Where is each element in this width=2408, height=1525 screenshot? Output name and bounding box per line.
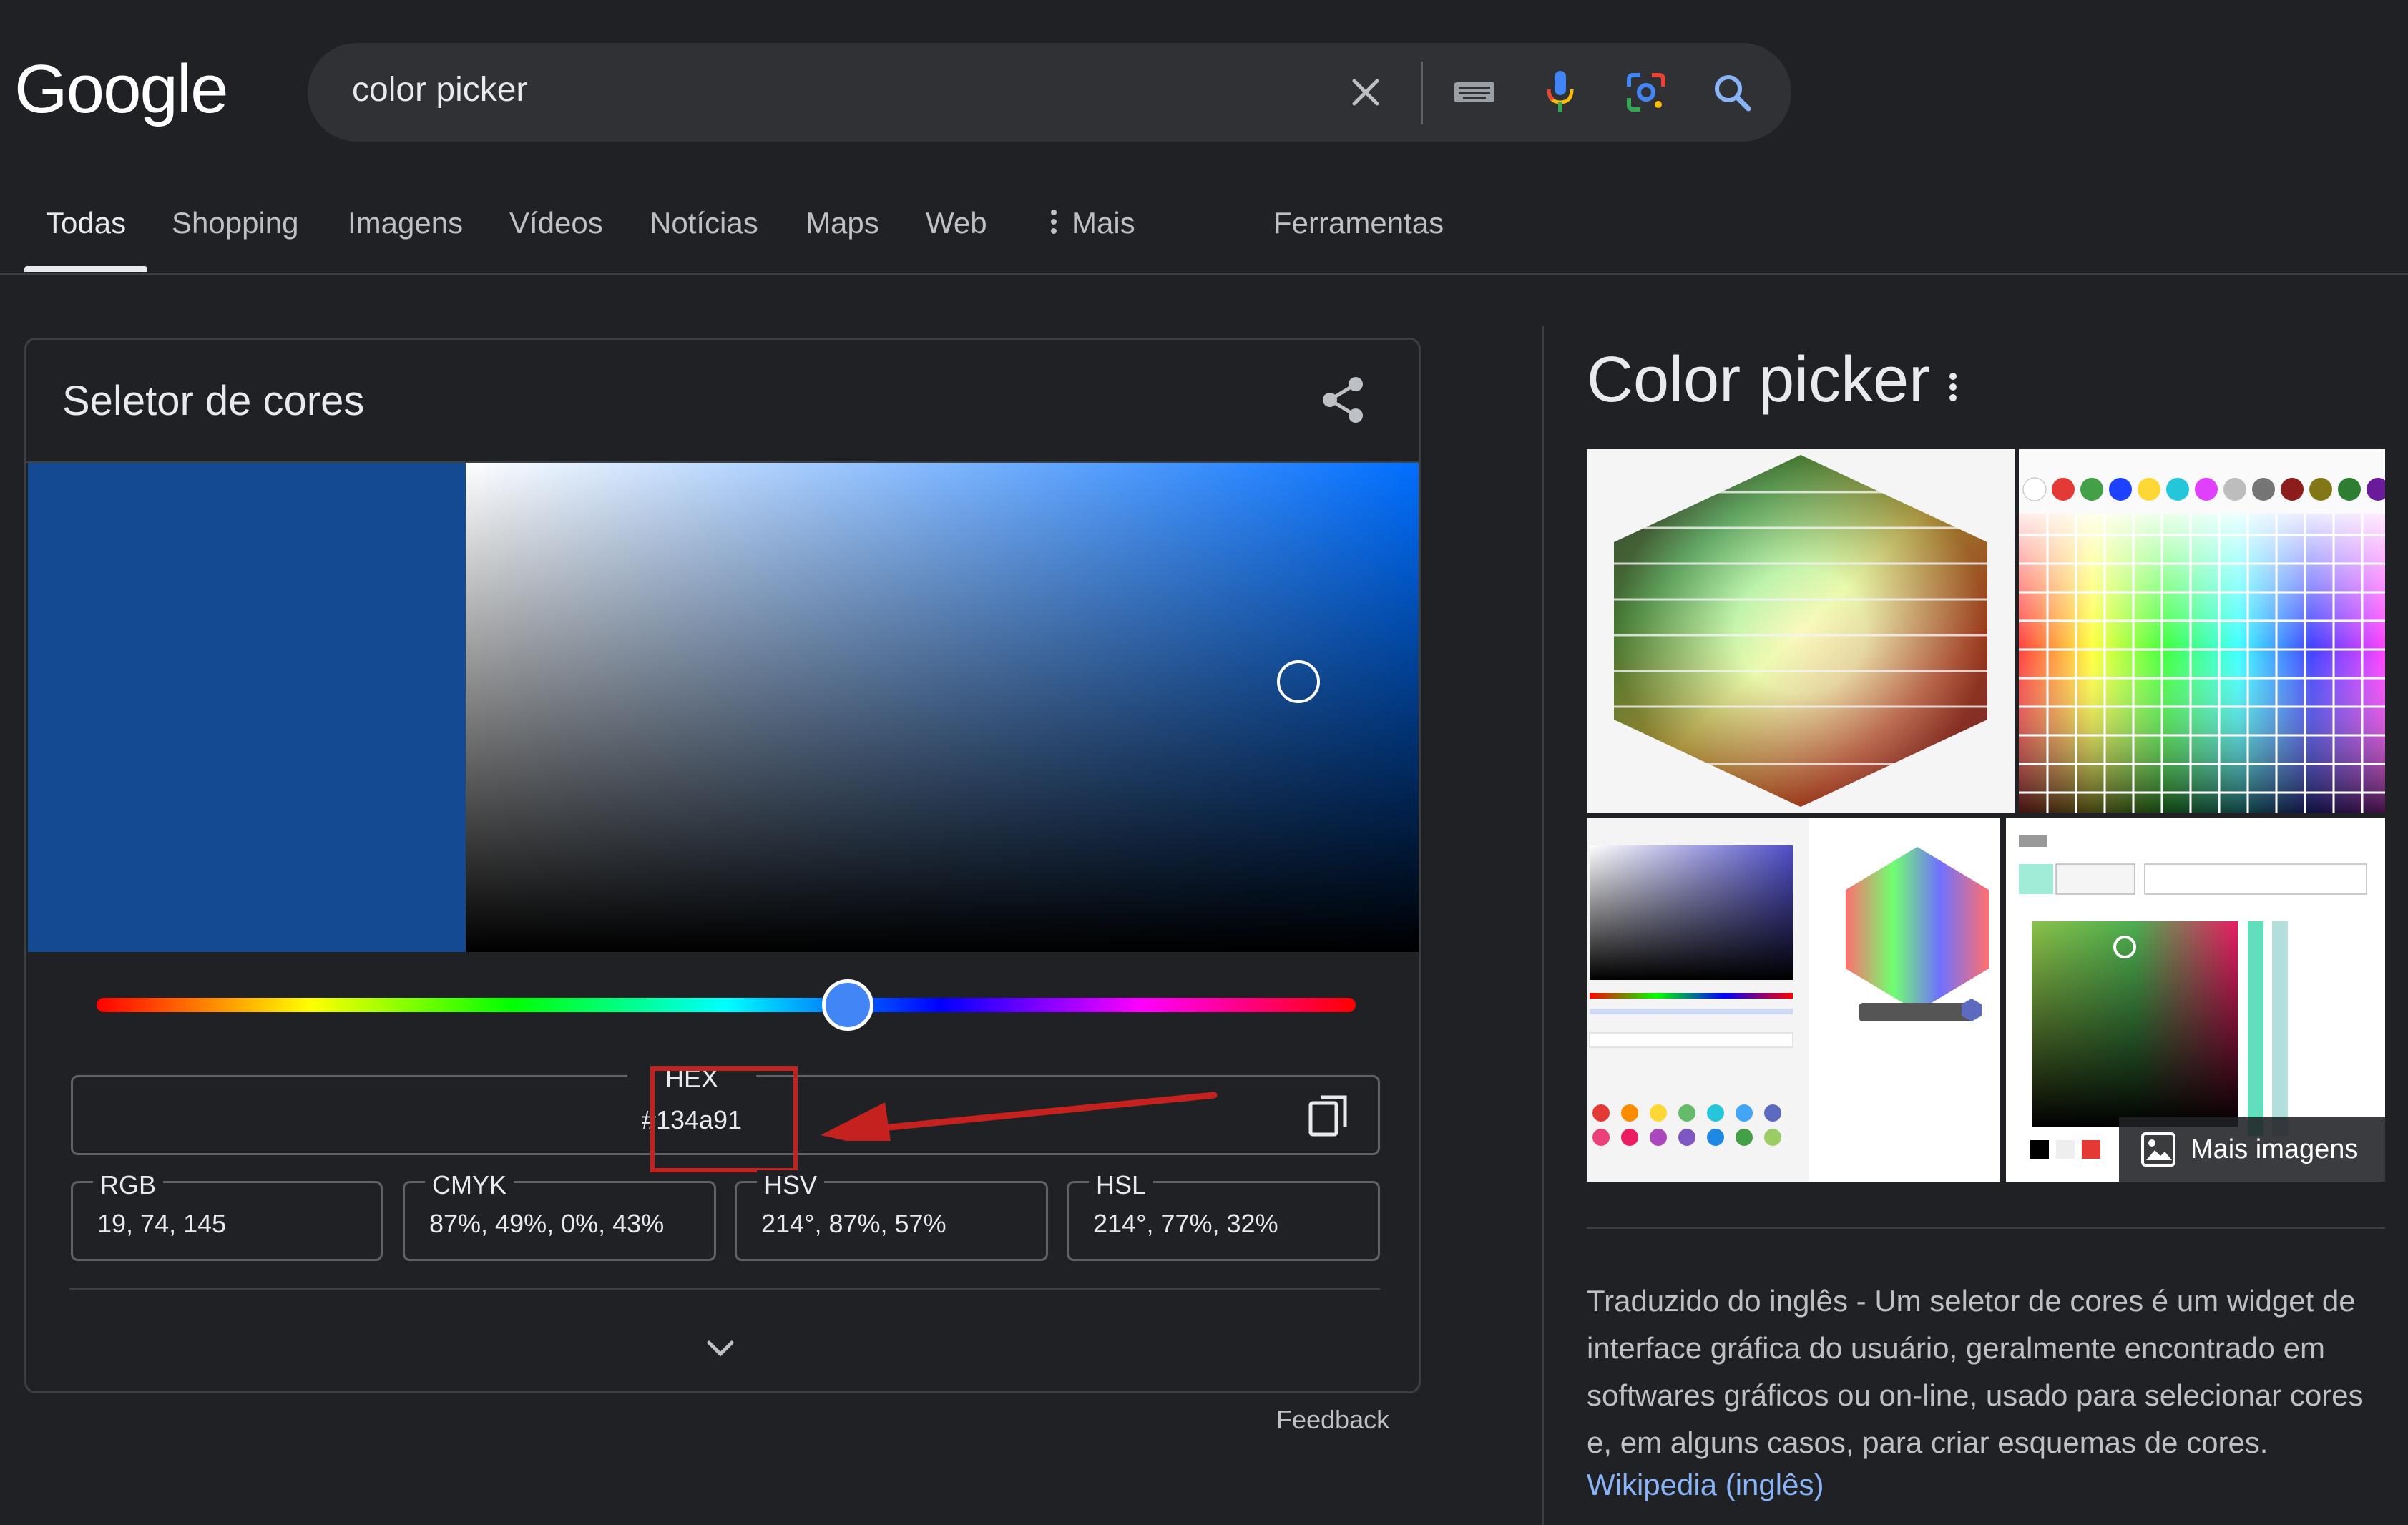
image-thumbnail-picker-widget[interactable] xyxy=(1587,818,2000,1182)
active-tab-indicator xyxy=(24,266,147,272)
keyboard-icon[interactable] xyxy=(1447,64,1502,120)
rgb-label: RGB xyxy=(93,1170,164,1200)
tabs-divider xyxy=(0,273,2408,275)
hsl-field[interactable]: HSL 214°, 77%, 32% xyxy=(1067,1170,1380,1261)
hsl-label: HSL xyxy=(1089,1170,1154,1200)
tab-web[interactable]: Web xyxy=(926,206,987,240)
panel-title: Color picker xyxy=(1587,344,1931,416)
saturation-value-handle[interactable] xyxy=(1277,660,1320,703)
feedback-link[interactable]: Feedback xyxy=(1276,1405,1389,1435)
image-icon xyxy=(2141,1132,2175,1167)
hsv-value[interactable]: 214°, 87%, 57% xyxy=(761,1209,946,1239)
lens-icon[interactable] xyxy=(1618,64,1674,120)
search-bar[interactable]: color picker xyxy=(308,43,1791,142)
card-title: Seletor de cores xyxy=(62,378,365,424)
hex-annotation-box xyxy=(650,1066,798,1172)
card-bottom-divider xyxy=(69,1288,1380,1290)
more-vert-icon[interactable] xyxy=(1946,369,1960,405)
hue-slider-handle[interactable] xyxy=(822,979,873,1031)
tab-ferramentas[interactable]: Ferramentas xyxy=(1273,206,1444,240)
hsl-value[interactable]: 214°, 77%, 32% xyxy=(1093,1209,1278,1239)
more-images-label: Mais imagens xyxy=(2191,1134,2359,1164)
cmyk-value[interactable]: 87%, 49%, 0%, 43% xyxy=(429,1209,664,1239)
search-divider xyxy=(1421,62,1423,124)
panel-description: Traduzido do inglês - Um seletor de core… xyxy=(1587,1284,2364,1459)
hsv-field[interactable]: HSV 214°, 87%, 57% xyxy=(735,1170,1048,1261)
hue-slider-track[interactable] xyxy=(97,998,1356,1012)
tab-videos[interactable]: Vídeos xyxy=(509,206,603,240)
google-logo[interactable]: Google xyxy=(14,50,229,129)
color-picker-card: Seletor de cores HEX #134a91 RGB 19, 74,… xyxy=(24,338,1421,1393)
image-thumbnail-hex-wheel[interactable] xyxy=(1587,449,2015,813)
tab-imagens[interactable]: Imagens xyxy=(348,206,463,240)
mic-icon[interactable] xyxy=(1532,64,1588,120)
saturation-value-area[interactable] xyxy=(466,463,1419,952)
hsv-label: HSV xyxy=(757,1170,825,1200)
chevron-down-icon[interactable] xyxy=(699,1327,742,1370)
tab-mais-label: Mais xyxy=(1072,206,1135,240)
tab-shopping[interactable]: Shopping xyxy=(172,206,299,240)
panel-divider xyxy=(1542,326,1544,1525)
copy-icon[interactable] xyxy=(1308,1093,1351,1139)
rgb-field[interactable]: RGB 19, 74, 145 xyxy=(71,1170,383,1261)
share-icon[interactable] xyxy=(1314,371,1371,428)
tab-noticias[interactable]: Notícias xyxy=(650,206,758,240)
more-images-button[interactable]: Mais imagens xyxy=(2119,1117,2385,1182)
tab-maps[interactable]: Maps xyxy=(806,206,879,240)
cmyk-field[interactable]: CMYK 87%, 49%, 0%, 43% xyxy=(403,1170,716,1261)
rgb-value[interactable]: 19, 74, 145 xyxy=(97,1209,226,1239)
cmyk-label: CMYK xyxy=(425,1170,514,1200)
search-icon[interactable] xyxy=(1704,64,1760,120)
annotation-arrow-icon xyxy=(821,1092,1218,1141)
image-thumbnail-palette-grid[interactable] xyxy=(2019,449,2385,813)
tab-todas[interactable]: Todas xyxy=(46,206,126,240)
tab-mais[interactable]: Mais xyxy=(1049,206,1135,240)
color-swatch xyxy=(28,463,466,952)
more-vert-icon xyxy=(1051,210,1057,234)
clear-icon[interactable] xyxy=(1338,64,1394,120)
search-input[interactable]: color picker xyxy=(352,70,527,109)
wikipedia-link[interactable]: Wikipedia (inglês) xyxy=(1587,1468,1824,1502)
panel-divider-line xyxy=(1587,1227,2385,1229)
